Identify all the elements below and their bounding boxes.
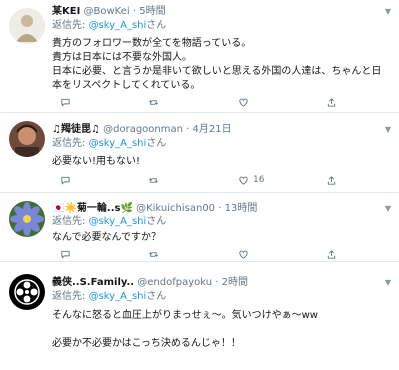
user-handle[interactable]: @Kikuichisan00 [136, 203, 215, 214]
separator-dot: · [132, 6, 137, 17]
user-handle[interactable]: @BowKei [84, 6, 130, 17]
reply-suffix: さん [146, 138, 167, 149]
timestamp[interactable]: 4月21日 [193, 124, 232, 135]
reply-context: 返信先: @sky_A_shiさん [52, 138, 166, 150]
reply-button[interactable] [60, 174, 75, 186]
reply-mention-link[interactable]: @sky_A_shi [89, 291, 147, 302]
retweet-icon [149, 251, 158, 257]
tweet-actions [60, 96, 360, 108]
share-button[interactable] [326, 96, 337, 108]
retweet-button[interactable] [148, 96, 163, 108]
reply-prefix: 返信先: [52, 138, 86, 149]
display-name[interactable]: ♫羯徒毘♫ [52, 124, 100, 135]
reply-context: 返信先: @sky_A_shiさん [52, 216, 166, 228]
avatar-image-icon [9, 8, 45, 44]
reply-feed: 某KEI @BowKei · 5時間 ▼ 返信先: @sky_A_shiさん 貴… [0, 0, 399, 370]
tweet[interactable]: 義侠..S.Family.. @endofpayoku · 2時間 ▼ 返信先:… [0, 262, 399, 370]
avatar[interactable] [9, 121, 45, 157]
retweet-button[interactable] [148, 174, 163, 186]
chevron-down-icon[interactable]: ▼ [385, 278, 391, 287]
avatar[interactable] [9, 274, 45, 310]
heart-icon [239, 250, 248, 259]
heart-icon [239, 98, 248, 107]
avatar[interactable] [9, 8, 45, 44]
reply-prefix: 返信先: [52, 20, 86, 31]
avatar-image-icon [9, 201, 45, 237]
tweet-text: 貴方のフォロワー数が全てを物語っている。 貴方は日本には不要な外国人。 日本に必… [52, 38, 382, 91]
timestamp[interactable]: 5時間 [139, 6, 165, 17]
tweet-text: 必要ない!用もない! [52, 156, 141, 167]
retweet-icon [149, 99, 158, 105]
like-button[interactable] [238, 248, 253, 260]
like-count: 16 [253, 175, 265, 185]
timestamp[interactable]: 2時間 [222, 277, 248, 288]
tweet-actions [60, 248, 360, 260]
tweet[interactable]: ♫羯徒毘♫ @doragoonman · 4月21日 ▼ 返信先: @sky_A… [0, 113, 399, 193]
tweet[interactable]: 🇯🇵☀️菊一輪..s🌿 @Kikuichisan00 · 13時間 ▼ 返信先:… [0, 193, 399, 262]
share-icon [327, 97, 336, 107]
tweet-text: そんなに怒ると血圧上がりまっせぇ～。気いつけやぁ～ww 必要か不必要かはこっち決… [52, 310, 318, 349]
tweet-actions: 16 [60, 174, 360, 186]
share-button[interactable] [326, 248, 337, 260]
tweet[interactable]: 某KEI @BowKei · 5時間 ▼ 返信先: @sky_A_shiさん 貴… [0, 0, 399, 113]
retweet-icon [149, 177, 158, 183]
reply-icon [61, 98, 70, 107]
reply-prefix: 返信先: [52, 216, 86, 227]
reply-mention-link[interactable]: @sky_A_shi [89, 216, 147, 227]
reply-prefix: 返信先: [52, 291, 86, 302]
reply-context: 返信先: @sky_A_shiさん [52, 20, 166, 32]
reply-icon [61, 250, 70, 259]
reply-context: 返信先: @sky_A_shiさん [52, 291, 166, 303]
reply-mention-link[interactable]: @sky_A_shi [89, 138, 147, 149]
chevron-down-icon[interactable]: ▼ [385, 204, 391, 213]
avatar-image-icon [9, 274, 45, 310]
share-icon [327, 175, 336, 185]
reply-mention-link[interactable]: @sky_A_shi [89, 20, 147, 31]
heart-icon [239, 176, 248, 185]
user-handle[interactable]: @endofpayoku [137, 277, 212, 288]
reply-icon [61, 176, 70, 185]
timestamp[interactable]: 13時間 [225, 203, 258, 214]
avatar-image-icon [9, 121, 45, 157]
like-button[interactable]: 16 [238, 174, 264, 186]
reply-suffix: さん [146, 216, 167, 227]
separator-dot: · [186, 124, 190, 135]
reply-button[interactable] [60, 248, 75, 260]
separator-dot: · [215, 277, 219, 288]
share-button[interactable] [326, 174, 337, 186]
reply-button[interactable] [60, 96, 75, 108]
retweet-button[interactable] [148, 248, 163, 260]
display-name[interactable]: 🇯🇵☀️菊一輪..s🌿 [52, 203, 133, 214]
reply-suffix: さん [146, 291, 167, 302]
separator-dot: · [218, 203, 222, 214]
tweet-text: なんで必要なんですか？ [52, 232, 161, 243]
like-button[interactable] [238, 96, 253, 108]
display-name[interactable]: 義侠..S.Family.. [52, 277, 134, 288]
chevron-down-icon[interactable]: ▼ [385, 125, 391, 134]
reply-suffix: さん [146, 20, 167, 31]
display-name[interactable]: 某KEI [52, 6, 80, 17]
avatar[interactable] [9, 201, 45, 237]
user-handle[interactable]: @doragoonman [103, 124, 183, 135]
chevron-down-icon[interactable]: ▼ [385, 7, 391, 16]
share-icon [327, 249, 336, 259]
